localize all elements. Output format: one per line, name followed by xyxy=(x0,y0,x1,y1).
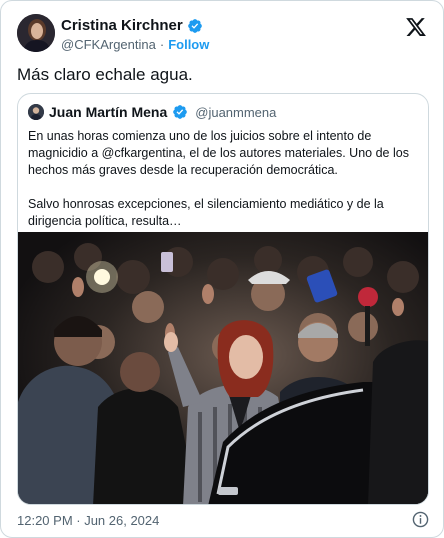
quoted-photo[interactable] xyxy=(18,232,428,504)
quoted-paragraph: Salvo honrosas excepciones, el silenciam… xyxy=(28,197,384,228)
verified-badge-icon xyxy=(173,105,188,119)
x-logo-icon[interactable] xyxy=(405,16,427,38)
quoted-tweet[interactable]: Juan Martín Mena @juanmmena En unas hora… xyxy=(17,93,429,505)
quoted-text: En unas horas comienza uno de los juicio… xyxy=(28,128,420,247)
quoted-header: Juan Martín Mena @juanmmena xyxy=(28,104,276,120)
handle-separator: · xyxy=(159,37,165,52)
quoted-paragraph: En unas horas comienza uno de los juicio… xyxy=(28,129,409,177)
author-name-row: Cristina Kirchner xyxy=(61,17,203,34)
author-display-name[interactable]: Cristina Kirchner xyxy=(61,17,183,34)
author-handle-row: @CFKArgentina · Follow xyxy=(61,37,209,52)
quoted-author-avatar xyxy=(28,104,44,120)
tweet-timestamp[interactable]: 12:20 PM · Jun 26, 2024 xyxy=(17,513,159,528)
quoted-display-name: Juan Martín Mena xyxy=(49,104,168,120)
verified-badge-icon xyxy=(187,18,202,33)
quoted-handle: @juanmmena xyxy=(195,104,277,120)
tweet-text: Más claro echale agua. xyxy=(17,65,193,84)
author-avatar[interactable] xyxy=(17,14,55,52)
follow-button[interactable]: Follow xyxy=(168,37,209,52)
tweet-header: Cristina Kirchner @CFKArgentina · Follow xyxy=(17,14,429,56)
info-icon[interactable] xyxy=(412,511,429,528)
tweet-card: Cristina Kirchner @CFKArgentina · Follow… xyxy=(0,0,444,538)
author-handle[interactable]: @CFKArgentina xyxy=(61,37,156,52)
